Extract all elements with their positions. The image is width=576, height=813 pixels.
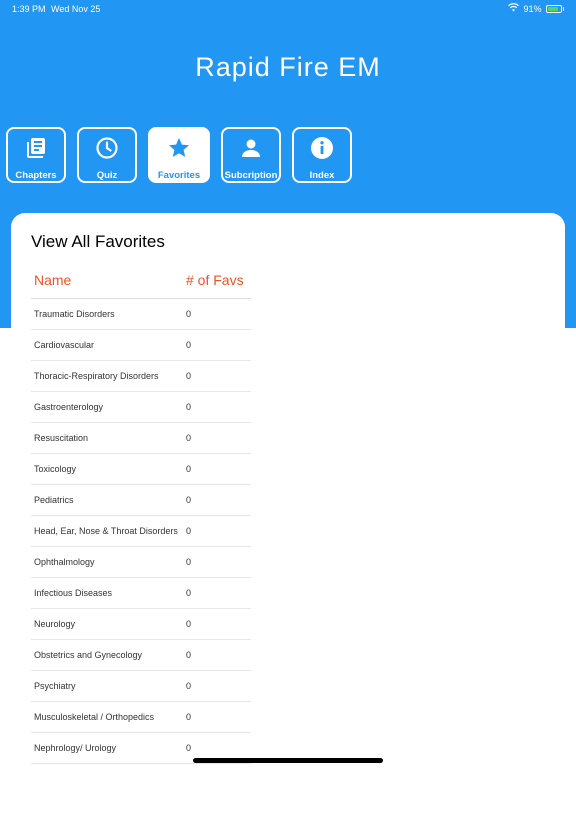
row-count: 0 (186, 433, 192, 443)
row-count: 0 (186, 588, 192, 598)
table-row[interactable]: Head, Ear, Nose & Throat Disorders 0 (31, 516, 251, 547)
favorites-title: View All Favorites (31, 232, 165, 251)
table-row[interactable]: Resuscitation 0 (31, 423, 251, 454)
column-header-count: # of Favs (186, 272, 244, 288)
chapters-icon (24, 129, 48, 165)
star-icon (167, 129, 191, 165)
row-count: 0 (186, 712, 192, 722)
battery-tip (562, 6, 564, 11)
tab-index-label: Index (309, 170, 335, 181)
home-indicator[interactable] (193, 758, 383, 763)
table-row[interactable]: Ophthalmology 0 (31, 547, 251, 578)
row-name: Resuscitation (34, 433, 89, 443)
table-row[interactable]: Toxicology 0 (31, 454, 251, 485)
nav-tabs: Chapters Quiz Favorites Subcription Inde… (6, 127, 352, 183)
row-name: Pediatrics (34, 495, 74, 505)
wifi-icon (508, 3, 520, 14)
row-name: Nephrology/ Urology (34, 743, 117, 753)
tab-quiz-label: Quiz (96, 170, 118, 181)
table-row[interactable]: Thoracic-Respiratory Disorders 0 (31, 361, 251, 392)
tab-chapters-label: Chapters (15, 170, 57, 181)
row-count: 0 (186, 495, 192, 505)
table-row[interactable]: Obstetrics and Gynecology 0 (31, 640, 251, 671)
row-name: Gastroenterology (34, 402, 104, 412)
column-header-name: Name (34, 272, 72, 288)
row-count: 0 (186, 681, 192, 691)
status-date: Wed Nov 25 (51, 4, 101, 14)
row-name: Cardiovascular (34, 340, 95, 350)
table-row[interactable]: Cardiovascular 0 (31, 330, 251, 361)
row-count: 0 (186, 557, 192, 567)
row-count: 0 (186, 371, 192, 381)
status-bar: 1:39 PM Wed Nov 25 91% (0, 0, 576, 18)
table-row[interactable]: Pediatrics 0 (31, 485, 251, 516)
info-icon (310, 129, 334, 165)
row-name: Toxicology (34, 464, 77, 474)
tab-subscription[interactable]: Subcription (221, 127, 281, 183)
row-name: Neurology (34, 619, 76, 629)
tab-favorites[interactable]: Favorites (148, 127, 210, 183)
row-name: Ophthalmology (34, 557, 95, 567)
battery-percent: 91% (523, 3, 542, 14)
row-count: 0 (186, 619, 192, 629)
row-name: Obstetrics and Gynecology (34, 650, 143, 660)
tab-subscription-label: Subcription (224, 170, 278, 181)
row-name: Infectious Diseases (34, 588, 113, 598)
row-count: 0 (186, 309, 192, 319)
row-count: 0 (186, 743, 192, 753)
tab-favorites-label: Favorites (157, 170, 201, 181)
table-row[interactable]: Neurology 0 (31, 609, 251, 640)
status-time: 1:39 PM (12, 4, 46, 14)
clock-icon (95, 129, 119, 165)
tab-chapters[interactable]: Chapters (6, 127, 66, 183)
tab-index[interactable]: Index (292, 127, 352, 183)
battery-icon (545, 4, 562, 13)
table-row[interactable]: Psychiatry 0 (31, 671, 251, 702)
table-row[interactable]: Infectious Diseases 0 (31, 578, 251, 609)
table-header: Name # of Favs (31, 267, 251, 299)
person-icon (239, 129, 263, 165)
row-name: Psychiatry (34, 681, 76, 691)
battery-level (547, 6, 559, 11)
status-right: 91% (508, 3, 564, 14)
row-name: Head, Ear, Nose & Throat Disorders (34, 526, 178, 536)
row-name: Musculoskeletal / Orthopedics (34, 712, 155, 722)
table-row[interactable]: Musculoskeletal / Orthopedics 0 (31, 702, 251, 733)
row-count: 0 (186, 526, 192, 536)
table-row[interactable]: Gastroenterology 0 (31, 392, 251, 423)
tab-quiz[interactable]: Quiz (77, 127, 137, 183)
app-title: Rapid Fire EM (195, 52, 381, 82)
table-row[interactable]: Traumatic Disorders 0 (31, 299, 251, 330)
row-name: Thoracic-Respiratory Disorders (34, 371, 159, 381)
table-body: Traumatic Disorders 0 Cardiovascular 0 Thora… (31, 299, 251, 764)
row-count: 0 (186, 464, 192, 474)
favorites-card: View All Favorites Name # of Favs Trauma… (11, 213, 565, 813)
favorites-table: Name # of Favs Traumatic Disorders 0 Cardi… (31, 267, 251, 764)
row-count: 0 (186, 650, 192, 660)
row-count: 0 (186, 340, 192, 350)
row-name: Traumatic Disorders (34, 309, 115, 319)
row-count: 0 (186, 402, 192, 412)
